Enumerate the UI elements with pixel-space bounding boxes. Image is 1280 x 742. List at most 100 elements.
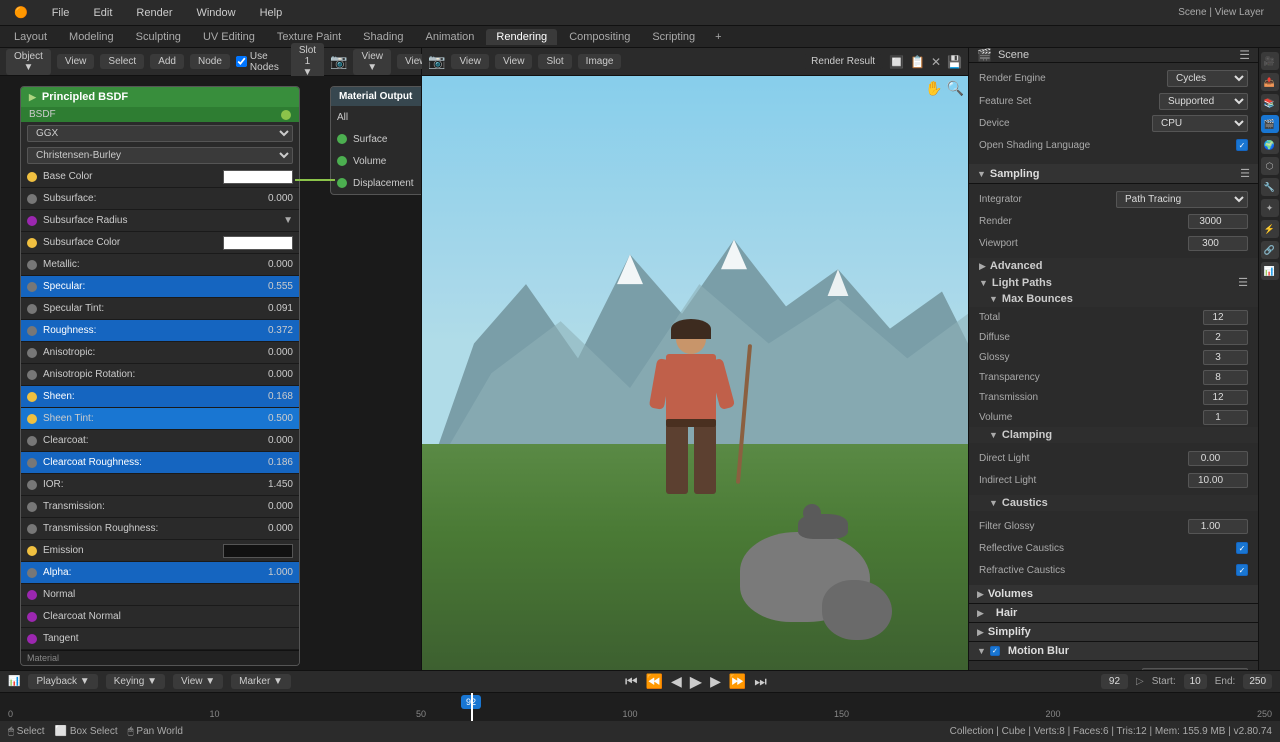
transmission-value[interactable]: 0.000 — [243, 501, 293, 512]
anisotropic-rotation-socket[interactable] — [27, 370, 37, 380]
start-frame-input[interactable]: 10 — [1184, 674, 1207, 689]
simplify-header[interactable]: ▶ Simplify — [969, 623, 1258, 642]
direct-light-input[interactable] — [1188, 451, 1248, 466]
prev-frame-button[interactable]: ◀ — [671, 673, 682, 690]
keying-menu[interactable]: Keying ▼ — [106, 674, 165, 689]
render-engine-dropdown[interactable]: Cycles EEVEE Workbench — [1167, 70, 1248, 87]
refractive-caustics-checkbox[interactable]: ✓ — [1236, 564, 1248, 576]
sampling-options-icon[interactable]: ☰ — [1240, 167, 1250, 180]
ior-socket[interactable] — [27, 480, 37, 490]
physics-icon[interactable]: ⚡ — [1261, 220, 1279, 238]
sheen-row[interactable]: Sheen: 0.168 — [21, 386, 299, 408]
add-menu[interactable]: Add — [150, 54, 184, 69]
clearcoat-value[interactable]: 0.000 — [243, 435, 293, 446]
motion-blur-header[interactable]: ▼ ✓ Motion Blur — [969, 642, 1258, 661]
playback-menu[interactable]: Playback ▼ — [28, 674, 97, 689]
transmission-roughness-socket[interactable] — [27, 524, 37, 534]
object-dropdown[interactable]: Object ▼ — [6, 49, 51, 75]
add-workspace-button[interactable]: + — [707, 29, 729, 45]
total-bounces-input[interactable] — [1203, 310, 1248, 325]
select-menu[interactable]: Select — [100, 54, 144, 69]
window-menu[interactable]: Window — [190, 5, 241, 21]
use-nodes-toggle[interactable]: Use Nodes — [236, 51, 279, 73]
bsdf-output-socket[interactable] — [281, 110, 291, 120]
alpha-row[interactable]: Alpha: 1.000 — [21, 562, 299, 584]
particles-icon[interactable]: ✦ — [1261, 199, 1279, 217]
clearcoat-roughness-socket[interactable] — [27, 458, 37, 468]
view-button[interactable]: View — [451, 54, 489, 69]
base-color-socket[interactable] — [27, 172, 37, 182]
subsurface-value[interactable]: 0.000 — [243, 193, 293, 204]
integrator-dropdown[interactable]: Path Tracing Branched Path Tracing — [1116, 191, 1248, 208]
view-mode-btn[interactable]: View ▼ — [353, 49, 391, 75]
clearcoat-socket[interactable] — [27, 436, 37, 446]
alpha-socket[interactable] — [27, 568, 37, 578]
specular-socket[interactable] — [27, 282, 37, 292]
advanced-section-header[interactable]: ▶ Advanced — [969, 258, 1258, 274]
jump-start-button[interactable]: ⏮ — [625, 673, 638, 690]
close-render-button[interactable]: ✕ — [931, 55, 941, 69]
slot-dropdown[interactable]: Slot 1 ▼ — [291, 43, 324, 80]
play-button[interactable]: ▶ — [690, 672, 702, 692]
file-menu[interactable]: File — [46, 5, 76, 21]
world-icon[interactable]: 🌍 — [1261, 136, 1279, 154]
sheen-socket[interactable] — [27, 392, 37, 402]
tangent-socket[interactable] — [27, 634, 37, 644]
indirect-light-input[interactable] — [1188, 473, 1248, 488]
roughness-row[interactable]: Roughness: 0.372 — [21, 320, 299, 342]
clearcoat-roughness-value[interactable]: 0.186 — [243, 457, 293, 468]
metallic-value[interactable]: 0.000 — [243, 259, 293, 270]
tab-layout[interactable]: Layout — [4, 29, 57, 45]
open-shading-checkbox[interactable]: ✓ — [1236, 139, 1248, 151]
simplify-triangle[interactable]: ▶ — [977, 627, 984, 638]
render-menu[interactable]: Render — [130, 5, 178, 21]
node-menu[interactable]: Node — [190, 54, 230, 69]
feature-set-dropdown[interactable]: Supported Experimental — [1159, 93, 1248, 110]
max-bounces-triangle[interactable]: ▼ — [989, 294, 998, 304]
slot-button[interactable]: View — [495, 54, 533, 69]
specular-row[interactable]: Specular: 0.555 — [21, 276, 299, 298]
hand-icon[interactable]: ✋ — [925, 80, 942, 97]
volumes-triangle[interactable]: ▶ — [977, 589, 984, 600]
subsurface-color-preview[interactable] — [223, 236, 293, 250]
motion-blur-triangle[interactable]: ▼ — [977, 646, 986, 656]
timeline-type-icon[interactable]: 📊 — [8, 676, 20, 687]
tab-animation[interactable]: Animation — [416, 29, 485, 45]
surface-socket[interactable] — [337, 134, 347, 144]
roughness-socket[interactable] — [27, 326, 37, 336]
caustics-triangle[interactable]: ▼ — [989, 498, 998, 508]
camera-icon[interactable]: 📷 — [330, 53, 347, 70]
viewport-icon1[interactable]: 🔲 — [889, 55, 904, 69]
props-options-icon[interactable]: ☰ — [1239, 48, 1250, 62]
anisotropic-value[interactable]: 0.000 — [243, 347, 293, 358]
jump-end-button[interactable]: ⏭ — [754, 673, 767, 690]
next-keyframe-button[interactable]: ⏩ — [729, 673, 746, 690]
tab-modeling[interactable]: Modeling — [59, 29, 124, 45]
emission-socket[interactable] — [27, 546, 37, 556]
normal-socket[interactable] — [27, 590, 37, 600]
edit-menu[interactable]: Edit — [87, 5, 118, 21]
viewport-samples-input[interactable] — [1188, 236, 1248, 251]
alpha-value[interactable]: 1.000 — [243, 567, 293, 578]
end-frame-input[interactable]: 250 — [1243, 674, 1272, 689]
output-icon[interactable]: 📤 — [1261, 73, 1279, 91]
current-frame-display[interactable]: 92 — [1101, 674, 1128, 689]
light-paths-options[interactable]: ☰ — [1238, 276, 1248, 289]
filter-glossy-input[interactable] — [1188, 519, 1248, 534]
render-icon[interactable]: 🎥 — [1261, 52, 1279, 70]
marker-menu[interactable]: Marker ▼ — [231, 674, 291, 689]
zoom-icon[interactable]: 🔍 — [947, 80, 964, 97]
diffuse-bounces-input[interactable] — [1203, 330, 1248, 345]
emission-color-preview[interactable] — [223, 544, 293, 558]
subsurface-color-socket[interactable] — [27, 238, 37, 248]
clamping-header[interactable]: ▼ Clamping — [969, 427, 1258, 443]
position-dropdown[interactable]: Center on Frame Start on Frame End on Fr… — [1142, 668, 1248, 671]
volume-socket[interactable] — [337, 156, 347, 166]
caustics-header[interactable]: ▼ Caustics — [969, 495, 1258, 511]
viewport-icon2[interactable]: 📋 — [910, 55, 925, 69]
collapse-triangle[interactable]: ▶ — [29, 92, 36, 103]
save-render-button[interactable]: 💾 — [947, 55, 962, 69]
clearcoat-normal-socket[interactable] — [27, 612, 37, 622]
base-color-preview[interactable] — [223, 170, 293, 184]
advanced-triangle[interactable]: ▶ — [979, 261, 986, 272]
